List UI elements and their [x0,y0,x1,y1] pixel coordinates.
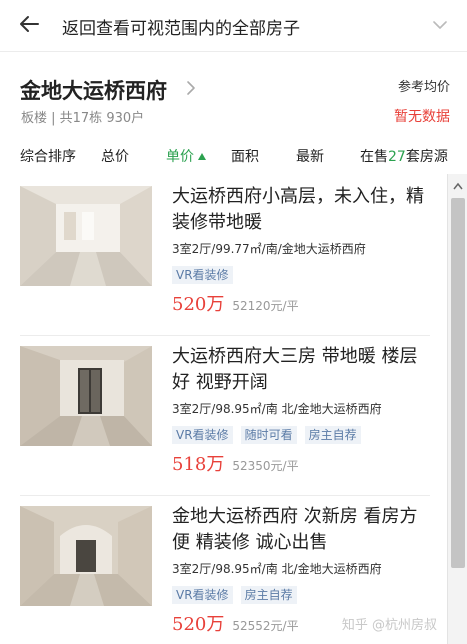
arrow-up-icon [198,153,206,160]
sort-total-price[interactable]: 总价 [101,146,129,166]
listing-photo[interactable] [20,346,152,446]
room-photo [20,186,152,286]
back-to-visible-houses-link[interactable]: 返回查看可视范围内的全部房子 [62,14,300,39]
on-sale-prefix: 在售 [360,149,388,165]
sort-unit-price[interactable]: 单价 [166,146,206,166]
total-price: 520万 [172,294,225,315]
on-sale-number: 27 [388,149,406,165]
tag-owner: 房主自荐 [304,426,361,444]
reference-price-value: 暂无数据 [394,109,450,125]
sort-composite[interactable]: 综合排序 [20,146,76,166]
chevron-right-icon[interactable] [186,80,196,96]
listing-title[interactable]: 大运桥西府小高层，未入住，精装修带地暖 [172,184,427,236]
tag-vr: VR看装修 [172,586,233,604]
sort-bar: 综合排序 总价 单价 面积 最新 在售27套房源 [0,138,467,174]
tag-vr: VR看装修 [172,266,233,284]
listing-item[interactable]: 大运桥西府小高层，未入住，精装修带地暖 3室2厅/99.77㎡/南/金地大运桥西… [0,174,445,336]
arrow-left-icon[interactable] [18,13,40,35]
listing-photo[interactable] [20,506,152,606]
tag-vr: VR看装修 [172,426,233,444]
estate-name[interactable]: 金地大运桥西府 [20,75,167,105]
total-price: 518万 [172,454,225,475]
scroll-up-icon[interactable] [453,182,463,190]
room-photo [20,346,152,446]
unit-price: 52350元/平 [232,459,299,473]
listing-spec: 3室2厅/98.95㎡/南 北/金地大运桥西府 [172,402,382,416]
listing-item[interactable]: 大运桥西府大三房 带地暖 楼层好 视野开阔 3室2厅/98.95㎡/南 北/金地… [0,334,445,496]
on-sale-suffix: 套房源 [405,149,448,165]
listing-photo[interactable] [20,186,152,286]
listing-title[interactable]: 金地大运桥西府 次新房 看房方便 精装修 诚心出售 [172,504,427,556]
watermark: 知乎 @杭州房叔 [341,618,437,633]
listing-title[interactable]: 大运桥西府大三房 带地暖 楼层好 视野开阔 [172,344,427,396]
sort-area[interactable]: 面积 [231,146,259,166]
listing-tags: VR看装修 随时可看 房主自荐 [172,424,369,444]
listing-spec: 3室2厅/98.95㎡/南 北/金地大运桥西府 [172,562,382,576]
listing-price: 520万 52120元/平 [172,290,299,316]
tag-viewable: 随时可看 [240,426,297,444]
on-sale-count: 在售27套房源 [360,146,448,166]
listing-tags: VR看装修 房主自荐 [172,584,305,604]
room-photo [20,506,152,606]
sort-unit-price-label: 单价 [166,149,194,165]
scrollbar[interactable] [447,174,467,644]
listing-tags: VR看装修 [172,264,241,284]
listing-price: 518万 52350元/平 [172,450,299,476]
listing-price: 520万 52552元/平 [172,610,299,636]
sort-latest[interactable]: 最新 [296,146,324,166]
reference-price-label: 参考均价 [397,80,450,95]
unit-price: 52120元/平 [232,299,299,313]
listing-spec: 3室2厅/99.77㎡/南/金地大运桥西府 [172,242,366,256]
scrollbar-thumb[interactable] [451,198,465,568]
top-bar: 返回查看可视范围内的全部房子 [0,0,467,52]
total-price: 520万 [172,614,225,635]
unit-price: 52552元/平 [232,619,299,633]
chevron-down-icon[interactable] [433,20,447,30]
tag-owner: 房主自荐 [240,586,297,604]
estate-meta: 板楼 | 共17栋 930户 [21,111,145,126]
